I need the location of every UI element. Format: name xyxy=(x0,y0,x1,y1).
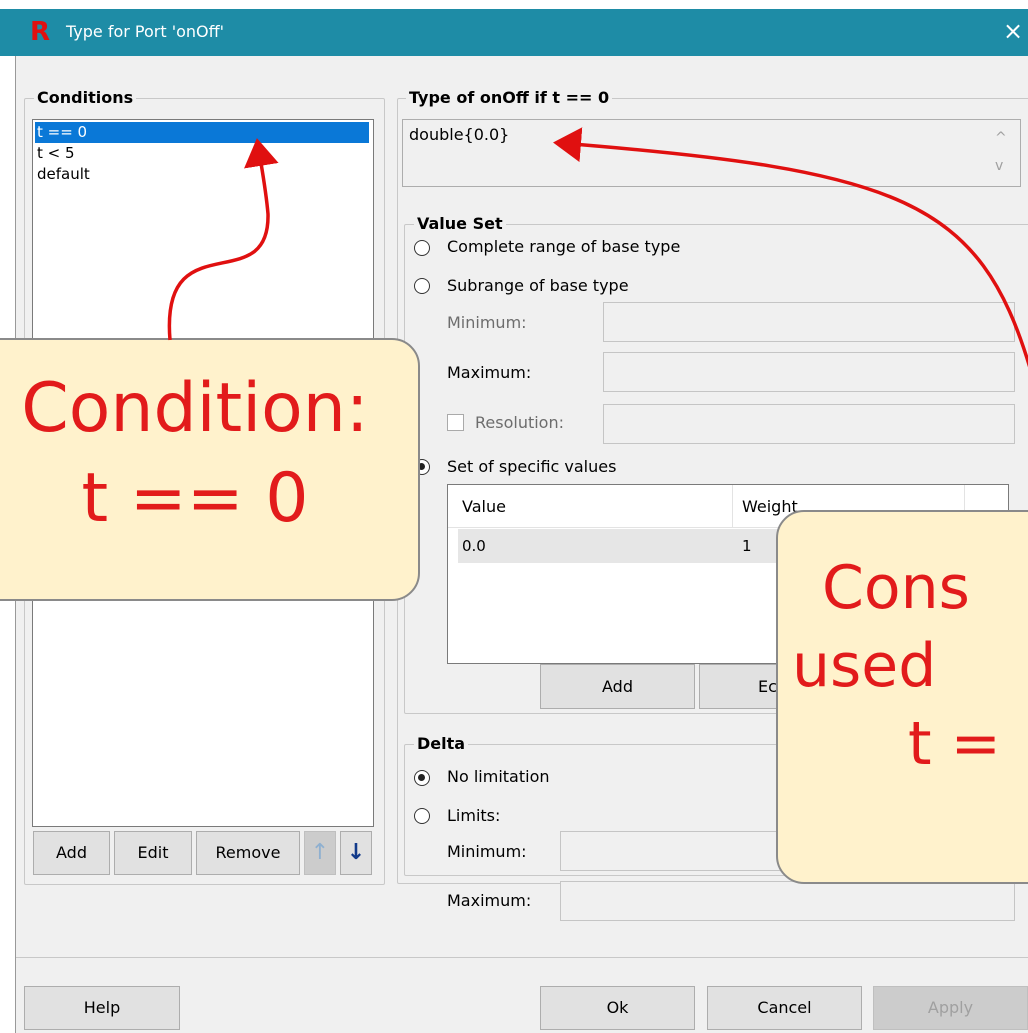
callout-line: Condition: xyxy=(21,369,369,448)
subrange-minimum-field[interactable] xyxy=(603,302,1015,342)
callout-line: Cons xyxy=(822,553,970,623)
add-value-button[interactable]: Add xyxy=(540,664,695,709)
resolution-field[interactable] xyxy=(603,404,1015,444)
edit-condition-button[interactable]: Edit xyxy=(114,831,192,875)
value-set-title: Value Set xyxy=(414,214,506,234)
app-logo-icon: R xyxy=(30,17,51,47)
footer-divider xyxy=(16,957,1028,958)
resolution-checkbox[interactable] xyxy=(447,414,464,431)
no-limitation-radio[interactable] xyxy=(414,770,430,786)
table-cell: 0.0 xyxy=(462,537,486,555)
callout-line: t = xyxy=(908,709,1001,779)
no-limitation-label: No limitation xyxy=(447,767,550,786)
subrange-maximum-field[interactable] xyxy=(603,352,1015,392)
type-value: double{0.0} xyxy=(409,125,510,144)
remove-condition-button[interactable]: Remove xyxy=(196,831,300,875)
limits-radio[interactable] xyxy=(414,808,430,824)
specific-values-label: Set of specific values xyxy=(447,457,617,476)
type-title: Type of onOff if t == 0 xyxy=(406,88,613,108)
callout-line: used xyxy=(792,631,937,701)
ok-button[interactable]: Ok xyxy=(540,986,695,1030)
subrange-label: Subrange of base type xyxy=(447,276,629,295)
add-condition-button[interactable]: Add xyxy=(33,831,110,875)
type-textarea[interactable]: double{0.0} ^ v xyxy=(402,119,1021,187)
conditions-title: Conditions xyxy=(34,88,137,108)
callout-line: t == 0 xyxy=(81,459,309,538)
condition-item[interactable]: t < 5 xyxy=(35,143,369,164)
condition-callout: Condition: t == 0 xyxy=(0,338,420,601)
subrange-radio[interactable] xyxy=(414,278,430,294)
delta-title: Delta xyxy=(414,734,469,754)
subrange-maximum-label: Maximum: xyxy=(447,363,532,382)
apply-button[interactable]: Apply xyxy=(873,986,1028,1030)
window-title: Type for Port 'onOff' xyxy=(66,22,225,41)
close-icon[interactable]: × xyxy=(998,14,1028,48)
constraint-callout: Cons used t = xyxy=(776,510,1028,884)
subrange-minimum-label: Minimum: xyxy=(447,313,527,332)
column-divider xyxy=(732,485,733,527)
limits-label: Limits: xyxy=(447,806,501,825)
delta-minimum-label: Minimum: xyxy=(447,842,527,861)
cancel-button[interactable]: Cancel xyxy=(707,986,862,1030)
move-up-icon[interactable]: ↑ xyxy=(304,831,336,875)
move-down-icon[interactable]: ↓ xyxy=(340,831,372,875)
scroll-up-icon[interactable]: ^ xyxy=(995,130,1007,146)
condition-item[interactable]: t == 0 xyxy=(35,122,369,143)
column-header-value[interactable]: Value xyxy=(462,496,506,518)
complete-range-label: Complete range of base type xyxy=(447,237,681,256)
scroll-down-icon[interactable]: v xyxy=(995,158,1003,174)
table-cell: 1 xyxy=(742,537,752,555)
complete-range-radio[interactable] xyxy=(414,240,430,256)
condition-item[interactable]: default xyxy=(35,164,369,185)
resolution-label: Resolution: xyxy=(475,413,564,432)
help-button[interactable]: Help xyxy=(24,986,180,1030)
delta-maximum-label: Maximum: xyxy=(447,891,532,910)
delta-maximum-field[interactable] xyxy=(560,881,1015,921)
